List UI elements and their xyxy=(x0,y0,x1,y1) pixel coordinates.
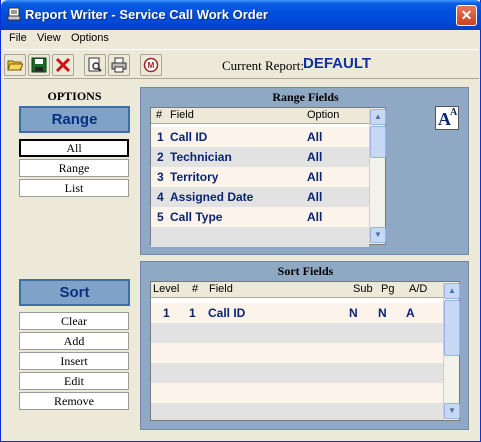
col-level: Level xyxy=(153,283,180,295)
sort-fields-title: Sort Fields xyxy=(277,264,334,278)
range-row[interactable]: 5 Call Type All xyxy=(151,207,369,227)
printer-icon xyxy=(111,57,127,73)
range-fields-group: Range Fields # Field Option 1 Call ID Al… xyxy=(140,87,469,255)
menu-bar: File View Options xyxy=(4,30,479,47)
range-row[interactable]: 4 Assigned Date All xyxy=(151,187,369,207)
sort-fields-grid: Level # Field Sub Pg A/D 1 1 Call ID N N… xyxy=(150,281,460,421)
open-folder-icon xyxy=(7,60,23,71)
sort-row[interactable]: 1 1 Call ID N N A xyxy=(151,303,443,323)
range-fields-title: Range Fields xyxy=(272,90,339,104)
svg-text:M: M xyxy=(148,61,155,70)
sort-row-empty[interactable] xyxy=(151,363,443,383)
range-row-option: All xyxy=(307,170,323,184)
range-row-field: Territory xyxy=(170,170,219,184)
report-badge-icon: M xyxy=(143,57,159,73)
range-list-button[interactable]: List xyxy=(19,179,129,197)
col-num: # xyxy=(156,109,163,121)
range-scrollbar[interactable]: ▲ ▼ xyxy=(369,108,386,244)
sort-edit-button[interactable]: Edit xyxy=(19,372,129,390)
menu-view[interactable]: View xyxy=(37,32,61,44)
save-disk-icon xyxy=(31,57,47,73)
range-row-option: All xyxy=(307,130,323,144)
sort-button[interactable]: Sort xyxy=(19,279,130,306)
sort-row-empty[interactable] xyxy=(151,323,443,343)
range-row-option: All xyxy=(307,210,323,224)
range-range-button[interactable]: Range xyxy=(19,159,129,177)
open-button[interactable] xyxy=(4,54,26,76)
sort-remove-button[interactable]: Remove xyxy=(19,392,129,410)
col-pg: Pg xyxy=(381,283,395,295)
range-all-button[interactable]: All xyxy=(19,139,129,157)
range-row-num: 5 xyxy=(157,210,164,224)
sort-row-sub: N xyxy=(349,306,358,320)
title-bar[interactable]: Report Writer - Service Call Work Order … xyxy=(1,0,481,30)
col-ad: A/D xyxy=(409,283,428,295)
window-title: Report Writer - Service Call Work Order xyxy=(25,7,268,22)
range-row[interactable]: 2 Technician All xyxy=(151,147,369,167)
print-preview-icon xyxy=(88,57,102,72)
print-preview-button[interactable] xyxy=(84,54,106,76)
range-row-empty[interactable] xyxy=(151,227,369,247)
range-row-num: 1 xyxy=(157,130,164,144)
report-badge-button[interactable]: M xyxy=(140,54,162,76)
menu-file[interactable]: File xyxy=(9,32,27,44)
sort-row-empty[interactable] xyxy=(151,403,443,420)
sort-grid-header: Level # Field Sub Pg A/D xyxy=(151,282,443,298)
sort-scrollbar[interactable]: ▲ ▼ xyxy=(443,282,460,420)
report-writer-window: Report Writer - Service Call Work Order … xyxy=(0,0,481,442)
font-size-icon[interactable]: A A xyxy=(435,106,459,130)
font-size-small-letter: A xyxy=(450,107,458,118)
app-icon xyxy=(7,7,21,21)
scroll-thumb[interactable] xyxy=(444,300,460,356)
col-field: Field xyxy=(170,109,194,121)
options-header: OPTIONS xyxy=(47,89,102,103)
col-sub: Sub xyxy=(353,283,373,295)
sort-row-empty[interactable] xyxy=(151,343,443,363)
range-grid-header: # Field Option xyxy=(151,108,369,124)
close-button[interactable]: ✕ xyxy=(456,5,477,26)
sort-insert-button[interactable]: Insert xyxy=(19,352,129,370)
range-row-field: Technician xyxy=(170,150,232,164)
range-row-option: All xyxy=(307,150,323,164)
scroll-down-icon[interactable]: ▼ xyxy=(370,227,386,243)
sort-fields-group: Sort Fields Level # Field Sub Pg A/D 1 1… xyxy=(140,261,469,430)
save-button[interactable] xyxy=(28,54,50,76)
sort-row-empty[interactable] xyxy=(151,383,443,403)
sort-row-level: 1 xyxy=(163,306,170,320)
col-num: # xyxy=(192,283,199,295)
sort-clear-button[interactable]: Clear xyxy=(19,312,129,330)
range-button[interactable]: Range xyxy=(19,106,130,133)
scroll-up-icon[interactable]: ▲ xyxy=(444,283,460,299)
scroll-thumb[interactable] xyxy=(370,126,386,158)
toolbar: M Current Report: DEFAULT xyxy=(4,49,479,79)
col-option: Option xyxy=(307,109,340,121)
sort-row-num: 1 xyxy=(189,306,196,320)
scroll-down-icon[interactable]: ▼ xyxy=(444,403,460,419)
range-row-option: All xyxy=(307,190,323,204)
delete-x-icon xyxy=(55,57,71,73)
range-row-field: Call ID xyxy=(170,130,208,144)
range-row-num: 2 xyxy=(157,150,164,164)
range-fields-grid: # Field Option 1 Call ID All 2 Technicia… xyxy=(150,107,386,247)
range-row-field: Assigned Date xyxy=(170,190,254,204)
scroll-up-icon[interactable]: ▲ xyxy=(370,109,386,125)
sort-row-ad: A xyxy=(406,306,415,320)
col-field: Field xyxy=(209,283,233,295)
range-row-field: Call Type xyxy=(170,210,223,224)
current-report-label: Current Report: xyxy=(222,58,304,73)
sort-row-pg: N xyxy=(378,306,387,320)
menu-options[interactable]: Options xyxy=(71,32,109,44)
current-report-value: DEFAULT xyxy=(303,55,372,72)
options-panel: OPTIONS Range All Range List Sort Clear … xyxy=(15,86,134,428)
sort-add-button[interactable]: Add xyxy=(19,332,129,350)
range-row-num: 3 xyxy=(157,170,164,184)
range-row[interactable]: 1 Call ID All xyxy=(151,127,369,147)
range-row-num: 4 xyxy=(157,190,164,204)
sort-row-field: Call ID xyxy=(208,306,246,320)
print-button[interactable] xyxy=(108,54,130,76)
range-row[interactable]: 3 Territory All xyxy=(151,167,369,187)
delete-button[interactable] xyxy=(52,54,74,76)
